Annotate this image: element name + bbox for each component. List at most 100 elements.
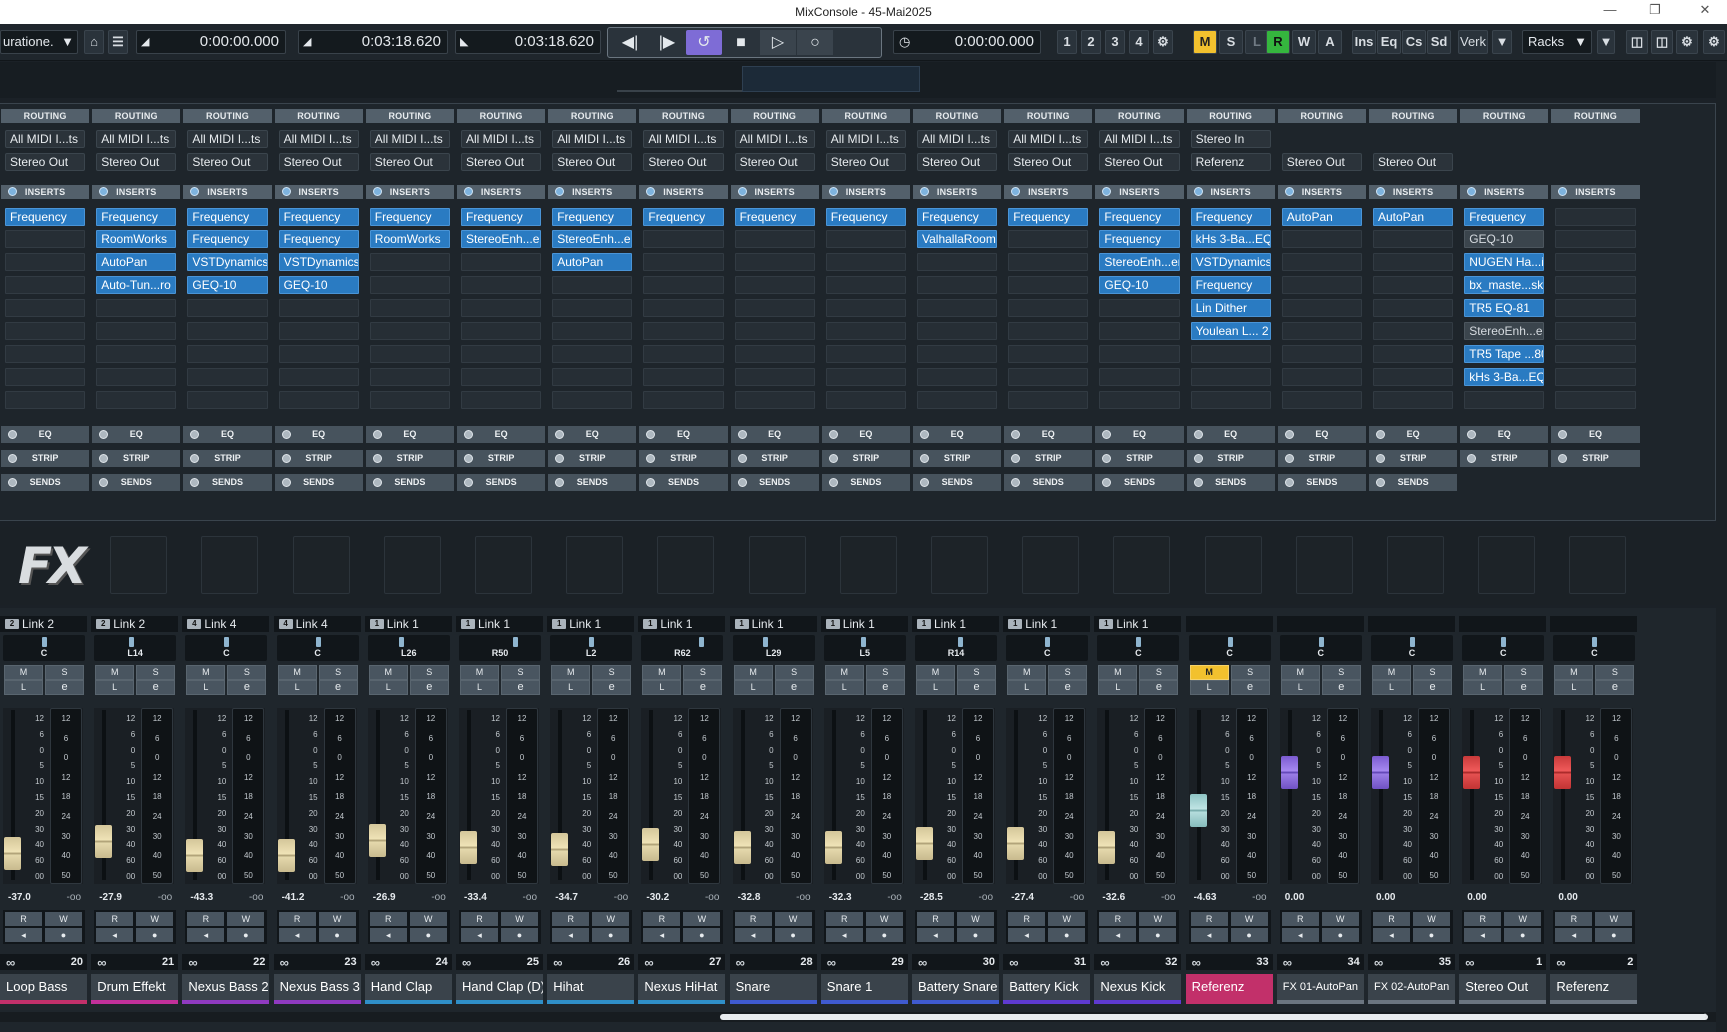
record-enable-icon[interactable]: ●	[592, 928, 630, 942]
listen-button[interactable]: L	[1098, 680, 1138, 695]
routing-header[interactable]: ROUTING	[274, 109, 363, 123]
input-routing[interactable]: All MIDI I...ts	[278, 130, 359, 148]
insert-slot[interactable]	[5, 345, 86, 363]
input-routing[interactable]: All MIDI I...ts	[1008, 130, 1089, 148]
insert-slot[interactable]: Frequency	[552, 208, 633, 226]
stereo-link-icon[interactable]: ∞	[1374, 955, 1383, 970]
solo-button[interactable]: S	[1321, 665, 1361, 680]
mute-button[interactable]: M	[1007, 665, 1047, 680]
restore-icon[interactable]: ❐	[1640, 2, 1670, 22]
routing-header[interactable]: ROUTING	[365, 109, 454, 123]
insert-slot[interactable]: Lin Dither	[1190, 299, 1271, 317]
insert-slot[interactable]: AutoPan	[1281, 208, 1362, 226]
volume-value[interactable]: -27.9	[99, 892, 122, 903]
link-row[interactable]: 1 Link 1	[638, 616, 726, 632]
listen-button[interactable]: L	[368, 680, 408, 695]
read-button[interactable]: R	[1008, 912, 1046, 926]
monitor-icon[interactable]: ◂	[96, 928, 134, 942]
mute-button[interactable]: M	[1280, 665, 1320, 680]
insert-slot[interactable]	[643, 299, 724, 317]
fader-handle[interactable]	[1007, 826, 1025, 860]
insert-slot[interactable]	[734, 345, 815, 363]
insert-slot[interactable]: Frequency	[278, 230, 359, 248]
input-routing[interactable]: Stereo In	[1190, 130, 1271, 148]
record-enable-icon[interactable]: ●	[501, 928, 538, 942]
insert-slot[interactable]	[1555, 276, 1636, 294]
stereo-link-icon[interactable]: ∞	[6, 955, 15, 970]
insert-slot[interactable]	[825, 391, 906, 409]
volume-value[interactable]: 0.00	[1467, 892, 1486, 903]
listen-button[interactable]: L	[1280, 680, 1320, 695]
insert-slot[interactable]	[1281, 276, 1362, 294]
insert-slot[interactable]	[461, 322, 542, 340]
horizontal-scrollbar[interactable]	[720, 1014, 1708, 1020]
solo-button[interactable]: S	[774, 665, 814, 680]
fx-slot[interactable]	[1478, 536, 1536, 594]
pan-knob[interactable]	[513, 637, 518, 647]
edit-icon[interactable]: e	[45, 680, 84, 695]
monitor-icon[interactable]: ◂	[1099, 928, 1137, 942]
insert-slot[interactable]	[461, 299, 542, 317]
listen-button[interactable]: L	[95, 680, 135, 695]
output-routing[interactable]: Stereo Out	[1373, 153, 1454, 171]
read-button[interactable]: R	[917, 912, 954, 926]
insert-slot[interactable]	[1099, 322, 1180, 340]
solo-button[interactable]: S	[136, 665, 176, 680]
insert-slot[interactable]	[1099, 345, 1180, 363]
time-start-display[interactable]: ◢ 0:00:00.000	[136, 30, 286, 54]
pan-knob[interactable]	[958, 637, 964, 647]
pan-knob[interactable]	[1318, 637, 1324, 647]
write-button[interactable]: W	[409, 912, 447, 926]
insert-slot[interactable]	[1008, 368, 1089, 386]
view-sends-button[interactable]: Sd	[1427, 30, 1451, 54]
insert-slot[interactable]	[369, 391, 450, 409]
power-icon[interactable]	[1376, 454, 1385, 463]
pan-knob[interactable]	[1227, 637, 1233, 647]
insert-slot[interactable]	[278, 368, 359, 386]
insert-slot[interactable]	[825, 368, 906, 386]
output-routing[interactable]: Stereo Out	[643, 153, 724, 171]
record-enable-icon[interactable]: ●	[227, 928, 265, 942]
insert-slot[interactable]: Frequency	[734, 208, 815, 226]
fx-slot[interactable]	[201, 536, 259, 594]
power-icon[interactable]	[464, 478, 473, 487]
power-icon[interactable]	[372, 478, 382, 487]
solo-button[interactable]: S	[1504, 665, 1544, 680]
insert-slot[interactable]	[1555, 391, 1636, 409]
insert-slot[interactable]: StereoEnh...er	[1464, 322, 1545, 340]
insert-slot[interactable]	[1281, 253, 1362, 271]
insert-slot[interactable]	[369, 322, 450, 340]
monitor-icon[interactable]: ◂	[917, 928, 954, 942]
edit-icon[interactable]: e	[774, 680, 814, 695]
insert-slot[interactable]	[1281, 391, 1362, 409]
power-icon[interactable]	[828, 478, 838, 487]
power-icon[interactable]	[281, 478, 291, 487]
fader-handle[interactable]	[551, 832, 569, 866]
pan-control[interactable]: C	[1279, 635, 1362, 661]
read-button[interactable]: R	[552, 912, 590, 926]
fx-slot[interactable]	[475, 536, 532, 594]
view-inserts-button[interactable]: Ins	[1352, 30, 1376, 54]
power-icon[interactable]	[372, 454, 382, 463]
solo-button[interactable]: S	[409, 665, 449, 680]
insert-slot[interactable]: Frequency	[917, 208, 998, 226]
pan-control[interactable]: C	[1553, 635, 1636, 661]
link-row[interactable]: 1 Link 1	[820, 616, 908, 632]
link-row[interactable]: 1 Link 1	[1003, 616, 1091, 632]
routing-header[interactable]: ROUTING	[913, 109, 1002, 123]
volume-value[interactable]: -32.8	[738, 892, 761, 903]
write-button[interactable]: W	[683, 912, 721, 926]
power-icon[interactable]	[1284, 430, 1294, 439]
listen-button[interactable]: L	[551, 680, 591, 695]
record-enable-icon[interactable]: ●	[865, 928, 903, 942]
solo-button[interactable]: S	[1595, 665, 1635, 680]
read-button[interactable]: R	[96, 912, 134, 926]
mute-button[interactable]: M	[368, 665, 408, 680]
fader-handle[interactable]	[824, 831, 842, 864]
volume-value[interactable]: -28.5	[920, 892, 943, 903]
edit-icon[interactable]: e	[1230, 680, 1270, 695]
volume-value[interactable]: 0.00	[1285, 892, 1304, 903]
fx-slot[interactable]	[1387, 536, 1444, 594]
insert-slot[interactable]	[5, 253, 86, 271]
fader-handle[interactable]	[1463, 756, 1481, 789]
